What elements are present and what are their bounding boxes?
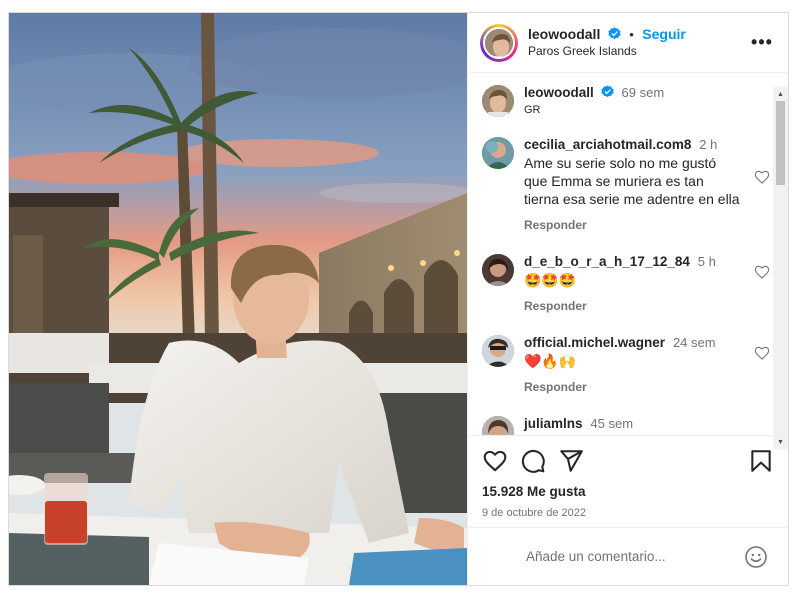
caption-item: leowoodall 69 sem GR: [482, 83, 772, 117]
comment-username[interactable]: d_e_b_o_r_a_h_17_12_84: [524, 254, 690, 269]
caption-username[interactable]: leowoodall: [524, 85, 594, 100]
comment-input[interactable]: [526, 549, 744, 564]
post-modal: leowoodall • Seguir Paros Greek Islands …: [8, 12, 789, 586]
post-image-illustration: [9, 13, 467, 585]
more-options-icon[interactable]: •••: [750, 31, 774, 55]
comment-avatar[interactable]: [482, 335, 514, 367]
caption-avatar[interactable]: [482, 85, 514, 117]
comment-like-heart-icon[interactable]: [754, 169, 770, 185]
comment-item: juliamlns 45 sem: [482, 414, 772, 435]
post-panel: leowoodall • Seguir Paros Greek Islands …: [467, 13, 788, 585]
verified-badge-icon: [598, 84, 618, 100]
comment-item: official.michel.wagner 24 sem ❤️🔥🙌 Respo…: [482, 333, 772, 396]
scroll-up-arrow-icon[interactable]: ▲: [777, 91, 784, 98]
comment-body: cecilia_arciahotmail.com8 2 h Ame su ser…: [524, 135, 772, 234]
post-location[interactable]: Paros Greek Islands: [528, 43, 750, 59]
comment-body: official.michel.wagner 24 sem ❤️🔥🙌 Respo…: [524, 333, 772, 396]
comment-time[interactable]: 2 h: [699, 137, 717, 152]
comment-avatar[interactable]: [482, 416, 514, 435]
comment-composer: [468, 527, 788, 585]
caption-time[interactable]: 69 sem: [622, 85, 665, 100]
caption-text: GR: [524, 104, 541, 116]
post-date[interactable]: 9 de octubre de 2022: [482, 507, 774, 519]
follow-button[interactable]: Seguir: [642, 26, 686, 42]
bookmark-icon[interactable]: [748, 448, 774, 474]
header-text: leowoodall • Seguir Paros Greek Islands: [528, 26, 750, 59]
comment-username[interactable]: cecilia_arciahotmail.com8: [524, 137, 691, 152]
emoji-icon[interactable]: [744, 545, 768, 569]
comment-like-heart-icon[interactable]: [754, 264, 770, 280]
comment-text: ❤️🔥🙌: [524, 353, 577, 369]
comment-text: Ame su serie solo no me gustó que Emma s…: [524, 155, 740, 207]
scroll-thumb[interactable]: [776, 101, 785, 185]
caption-body: leowoodall 69 sem GR: [524, 83, 772, 117]
comment-avatar[interactable]: [482, 254, 514, 286]
comment-icon[interactable]: [520, 448, 546, 474]
heart-icon[interactable]: [482, 448, 508, 474]
post-photo[interactable]: [9, 13, 467, 585]
reply-button[interactable]: Responder: [524, 218, 587, 232]
post-actions: 15.928 Me gusta 9 de octubre de 2022: [468, 435, 788, 527]
comment-time[interactable]: 24 sem: [673, 335, 716, 350]
verified-badge-icon: [605, 26, 625, 43]
comment-avatar[interactable]: [482, 137, 514, 169]
comment-time[interactable]: 5 h: [698, 254, 716, 269]
reply-button[interactable]: Responder: [524, 380, 587, 394]
action-bar: [482, 446, 774, 476]
comments-scrollbar[interactable]: ▲ ▼: [773, 87, 788, 449]
comment-text: 🤩🤩🤩: [524, 272, 577, 288]
comment-username[interactable]: official.michel.wagner: [524, 335, 665, 350]
comment-item: cecilia_arciahotmail.com8 2 h Ame su ser…: [482, 135, 772, 234]
comments-list[interactable]: leowoodall 69 sem GR cecilia_arciahotmai…: [468, 73, 788, 435]
author-avatar-ring[interactable]: [480, 23, 518, 62]
likes-count[interactable]: 15.928 Me gusta: [482, 484, 774, 499]
author-avatar: [483, 26, 515, 59]
comment-like-heart-icon[interactable]: [754, 345, 770, 361]
share-icon[interactable]: [558, 448, 584, 474]
comment-time[interactable]: 45 sem: [590, 416, 633, 431]
reply-button[interactable]: Responder: [524, 299, 587, 313]
post-header: leowoodall • Seguir Paros Greek Islands …: [468, 13, 788, 73]
comment-item: d_e_b_o_r_a_h_17_12_84 5 h 🤩🤩🤩 Responder: [482, 252, 772, 315]
comment-body: juliamlns 45 sem: [524, 414, 772, 435]
comment-body: d_e_b_o_r_a_h_17_12_84 5 h 🤩🤩🤩 Responder: [524, 252, 772, 315]
comment-username[interactable]: juliamlns: [524, 416, 583, 431]
header-separator: •: [629, 27, 634, 42]
author-username[interactable]: leowoodall: [528, 26, 600, 42]
